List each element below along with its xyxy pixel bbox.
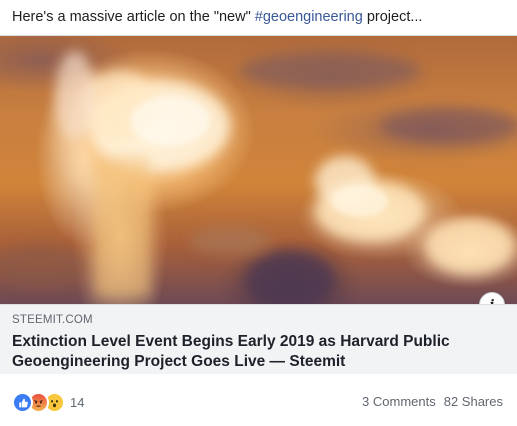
shares-link[interactable]: 82 Shares	[444, 394, 503, 409]
hashtag-link[interactable]: #geoengineering	[255, 9, 363, 25]
post-text: Here's a massive article on the "new" #g…	[12, 9, 422, 25]
link-headline[interactable]: Extinction Level Event Begins Early 2019…	[12, 332, 502, 372]
post-footer: 14 3 Comments 82 Shares	[0, 374, 517, 426]
wow-face-glyph	[51, 399, 58, 408]
reaction-count: 14	[70, 395, 85, 410]
comments-link[interactable]: 3 Comments	[362, 394, 436, 409]
engagement-stats: 3 Comments 82 Shares	[362, 394, 503, 409]
link-preview-card[interactable]: i STEEMIT.COM Extinction Level Event Beg…	[0, 35, 517, 374]
cloud-sky-illustration	[0, 51, 517, 304]
like-icon	[12, 392, 33, 413]
link-domain: STEEMIT.COM	[12, 314, 93, 326]
thumbs-up-glyph	[18, 398, 28, 407]
angry-face-glyph	[34, 400, 43, 407]
link-preview-body[interactable]: STEEMIT.COM Extinction Level Event Begin…	[0, 304, 517, 374]
reactions-summary[interactable]: 14	[12, 392, 84, 413]
post-text-after: project...	[362, 9, 423, 25]
post-text-before: Here's a massive article on the "new"	[12, 9, 255, 25]
link-preview-image[interactable]	[0, 36, 517, 304]
